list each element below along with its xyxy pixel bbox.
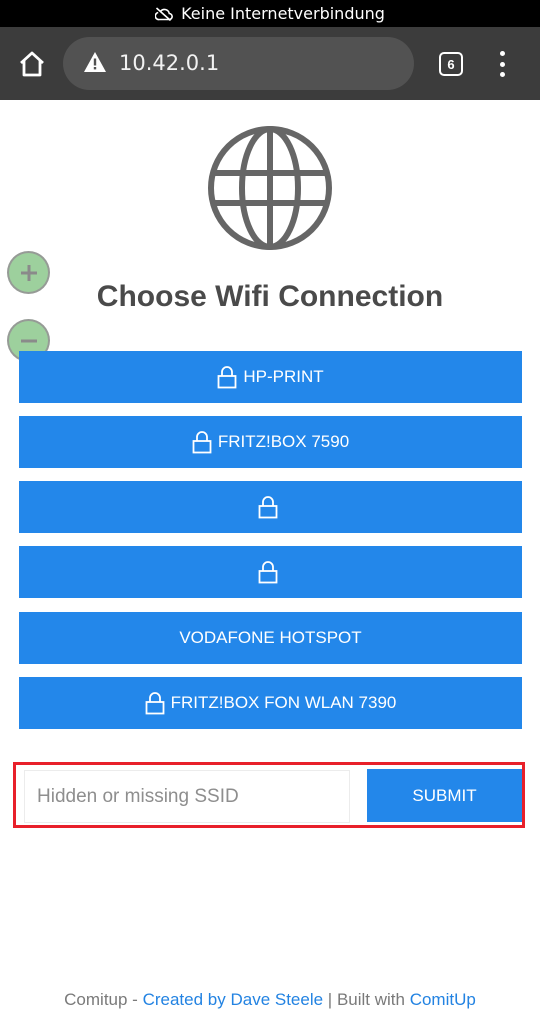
footer-separator: | Built with (323, 990, 410, 1009)
home-icon (20, 51, 44, 77)
home-button[interactable] (14, 47, 50, 81)
url-text[interactable]: 10.42.0.1 (119, 51, 219, 75)
lock-icon-wrap (145, 691, 165, 715)
status-text: Keine Internetverbindung (181, 4, 385, 23)
wifi-ssid: VODAFONE HOTSPOT (179, 628, 362, 647)
wifi-network-item[interactable]: VODAFONE HOTSPOT (19, 612, 522, 664)
wifi-ssid: FRITZ!BOX FON WLAN 7390 (170, 693, 397, 712)
minus-icon (20, 339, 37, 342)
wifi-ssid: HP-PRINT (243, 367, 324, 386)
overflow-menu-button[interactable] (492, 49, 512, 79)
wifi-ssid: FRITZ!BOX 7590 (217, 432, 350, 451)
wifi-network-item[interactable]: FRITZ!BOX FON WLAN 7390 (19, 677, 522, 729)
lock-icon-wrap (258, 495, 278, 519)
hidden-ssid-form: SUBMIT (13, 762, 525, 828)
tabs-button[interactable]: 6 (439, 52, 463, 76)
hidden-ssid-input[interactable] (24, 770, 350, 823)
wifi-network-item[interactable]: HP-PRINT (19, 351, 522, 403)
globe-icon (208, 126, 332, 250)
lock-icon-wrap (192, 430, 212, 454)
lock-icon (217, 366, 237, 389)
menu-dot-icon (499, 72, 505, 77)
wifi-network-item[interactable] (19, 546, 522, 598)
comitup-link[interactable]: ComitUp (410, 990, 476, 1009)
lock-icon (258, 561, 277, 584)
lock-icon (258, 496, 277, 519)
wifi-network-item[interactable] (19, 481, 522, 533)
page-title: Choose Wifi Connection (96, 280, 444, 313)
lock-icon (145, 692, 165, 715)
footer: Comitup - Created by Dave Steele | Built… (0, 990, 540, 1010)
submit-button[interactable]: SUBMIT (367, 769, 522, 822)
created-by-link[interactable]: Created by Dave Steele (143, 990, 324, 1009)
status-bar: Keine Internetverbindung (0, 0, 540, 27)
url-bar[interactable]: 10.42.0.1 (63, 37, 414, 90)
cloud-off-icon (155, 6, 174, 21)
menu-dot-icon (499, 51, 505, 56)
warning-icon[interactable] (83, 51, 107, 73)
lock-icon (192, 431, 212, 454)
wifi-network-item[interactable]: FRITZ!BOX 7590 (19, 416, 522, 468)
browser-toolbar: 10.42.0.1 6 (0, 27, 540, 100)
menu-dot-icon (499, 61, 505, 67)
lock-icon-wrap (258, 560, 278, 584)
footer-prefix: Comitup - (64, 990, 143, 1009)
lock-icon-wrap (217, 365, 237, 389)
